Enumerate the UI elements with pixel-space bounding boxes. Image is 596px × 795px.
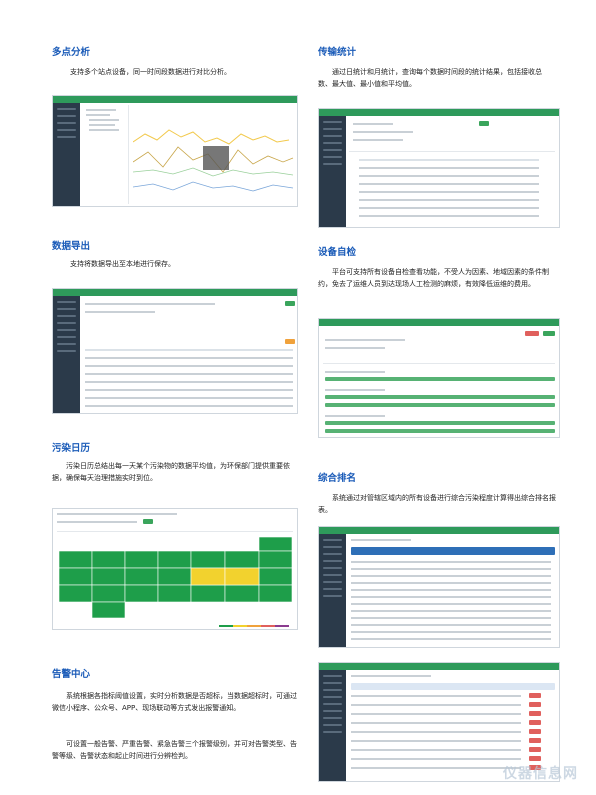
- section-text-alarm-1: 系统根据各指标阈值设置，实时分析数据是否超标，当数据超标时，可通过微信小程序、公…: [52, 692, 297, 712]
- section-text-selfcheck: 平台可支持所有设备自检查看功能，不受人为因素、地域因素的条件制约，免去了运维人员…: [318, 268, 549, 288]
- section-text-calendar: 污染日历总结出每一天某个污染物的数据平均值，为环保部门提供重要依据，确保每天治理…: [52, 462, 290, 482]
- watermark: 仪器信息网: [503, 766, 578, 782]
- section-title-ranking: 综合排名: [318, 473, 357, 484]
- topbar: [319, 319, 559, 326]
- screenshot-data-export: [52, 288, 298, 414]
- sidebar: [319, 109, 346, 227]
- screenshot-self-check: [318, 318, 560, 438]
- screenshot-multi-analysis: [52, 95, 298, 207]
- section-text-ranking: 系统通过对管辖区域内的所有设备进行综合污染程度计算得出综合排名报表。: [318, 494, 556, 514]
- sidebar: [53, 96, 80, 206]
- topbar: [346, 527, 559, 534]
- topbar: [80, 289, 297, 296]
- topbar: [80, 96, 297, 103]
- section-text-alarm-2: 可设置一般告警、严重告警、紧急告警三个报警级别，并可对告警类型、告警等级、告警状…: [52, 740, 297, 760]
- section-text-multi: 支持多个站点设备，同一时间段数据进行对比分析。: [70, 68, 231, 76]
- calendar-grid: [59, 537, 293, 619]
- section-title-export: 数据导出: [52, 241, 91, 252]
- section-title-alarm: 告警中心: [52, 669, 91, 680]
- screenshot-pollution-calendar: [52, 508, 298, 630]
- section-title-multi: 多点分析: [52, 47, 91, 58]
- topbar: [346, 109, 559, 116]
- section-title-calendar: 污染日历: [52, 443, 91, 454]
- section-text-transfer: 通过日统计和月统计，查询每个数据时间段的统计结果，包括接收总数、最大值、最小值和…: [318, 68, 542, 88]
- sidebar: [53, 289, 80, 413]
- section-title-selfcheck: 设备自检: [318, 247, 357, 258]
- topbar: [346, 663, 559, 670]
- section-text-export: 支持将数据导出至本地进行保存。: [70, 260, 175, 268]
- section-title-transfer: 传输统计: [318, 47, 357, 58]
- sidebar: [319, 663, 346, 781]
- line-chart: [133, 129, 294, 192]
- sidebar: [319, 527, 346, 647]
- screenshot-ranking: [318, 526, 560, 648]
- screenshot-transfer-stats: [318, 108, 560, 228]
